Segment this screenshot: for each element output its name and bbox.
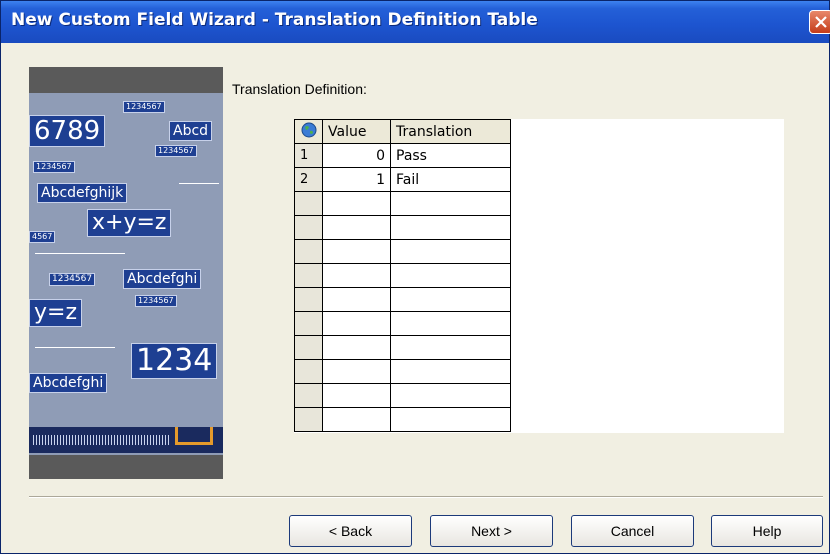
table-row[interactable] (294, 407, 511, 432)
value-cell[interactable] (322, 359, 391, 384)
row-number[interactable] (294, 335, 323, 360)
button-separator (29, 496, 823, 498)
row-number[interactable] (294, 359, 323, 384)
value-cell[interactable] (322, 335, 391, 360)
translation-cell[interactable] (390, 383, 511, 408)
bitmap-tile: Abcd (169, 121, 213, 141)
row-number[interactable] (294, 239, 323, 264)
help-button[interactable]: Help (711, 515, 823, 547)
translation-cell[interactable] (390, 263, 511, 288)
value-cell[interactable] (322, 215, 391, 240)
table-row[interactable] (294, 191, 511, 216)
value-cell[interactable]: 1 (322, 167, 391, 192)
title-bar[interactable]: New Custom Field Wizard - Translation De… (1, 1, 830, 43)
translation-cell[interactable] (390, 215, 511, 240)
translation-cell[interactable] (390, 191, 511, 216)
translation-table-area[interactable]: Value Translation 1 0 Pass 2 1 Fail (294, 119, 784, 433)
bitmap-tile: Abcdefghi (29, 373, 108, 393)
bitmap-tile: 1234567 (135, 295, 177, 307)
value-cell[interactable] (322, 263, 391, 288)
globe-icon (301, 122, 316, 137)
table-row[interactable] (294, 215, 511, 240)
close-button[interactable] (809, 10, 830, 34)
value-cell[interactable]: 0 (322, 143, 391, 168)
translation-cell[interactable] (390, 311, 511, 336)
value-cell[interactable] (322, 239, 391, 264)
cancel-button[interactable]: Cancel (571, 515, 694, 547)
translation-cell[interactable] (390, 359, 511, 384)
back-button[interactable]: < Back (289, 515, 412, 547)
translation-cell[interactable] (390, 287, 511, 312)
row-number[interactable] (294, 383, 323, 408)
row-number[interactable]: 1 (294, 143, 323, 168)
table-row[interactable] (294, 383, 511, 408)
table-row[interactable] (294, 239, 511, 264)
bitmap-tile: Abcdefghi (123, 269, 202, 289)
row-number[interactable] (294, 311, 323, 336)
column-header-translation[interactable]: Translation (390, 119, 511, 144)
table-row[interactable] (294, 359, 511, 384)
row-number[interactable] (294, 191, 323, 216)
row-number[interactable] (294, 407, 323, 432)
wizard-dialog: New Custom Field Wizard - Translation De… (0, 0, 830, 554)
value-cell[interactable] (322, 287, 391, 312)
wizard-bitmap: 1234567 6789 Abcd 1234567 1234567 Abcdef… (29, 67, 223, 479)
bitmap-tile: 1234567 (49, 273, 96, 286)
bitmap-tile: 1234567 (123, 101, 165, 113)
bitmap-wave (179, 175, 219, 184)
translation-cell[interactable]: Fail (390, 167, 511, 192)
translation-cell[interactable] (390, 407, 511, 432)
translation-definition-label: Translation Definition: (232, 81, 367, 97)
table-row[interactable] (294, 287, 511, 312)
bitmap-tile: 1234567 (33, 161, 75, 173)
column-header-value[interactable]: Value (322, 119, 391, 144)
bitmap-wave (35, 245, 125, 254)
bitmap-collage: 1234567 6789 Abcd 1234567 1234567 Abcdef… (29, 93, 223, 455)
translation-cell[interactable] (390, 239, 511, 264)
value-cell[interactable] (322, 407, 391, 432)
bitmap-tile: y=z (29, 299, 83, 327)
table-row[interactable] (294, 263, 511, 288)
bitmap-tile: 1234567 (155, 145, 197, 157)
table-row[interactable] (294, 335, 511, 360)
row-number[interactable] (294, 287, 323, 312)
bitmap-tile: x+y=z (87, 209, 172, 237)
table-row[interactable] (294, 311, 511, 336)
bitmap-tile: 4567 (29, 231, 56, 243)
value-cell[interactable] (322, 383, 391, 408)
translation-table[interactable]: Value Translation 1 0 Pass 2 1 Fail (294, 119, 511, 432)
table-row[interactable]: 2 1 Fail (294, 167, 511, 192)
row-number[interactable] (294, 215, 323, 240)
bitmap-tile: 6789 (29, 115, 106, 147)
row-number[interactable] (294, 263, 323, 288)
window-title: New Custom Field Wizard - Translation De… (11, 10, 538, 30)
close-icon (815, 16, 827, 28)
bitmap-tile: Abcdefghijk (37, 183, 128, 203)
next-button[interactable]: Next > (430, 515, 553, 547)
translation-cell[interactable]: Pass (390, 143, 511, 168)
row-number[interactable]: 2 (294, 167, 323, 192)
value-cell[interactable] (322, 191, 391, 216)
bitmap-wave (35, 341, 115, 348)
value-cell[interactable] (322, 311, 391, 336)
bitmap-tile: 1234 (131, 343, 218, 379)
table-corner[interactable] (294, 119, 323, 144)
translation-cell[interactable] (390, 335, 511, 360)
bitmap-barcode-strip (29, 427, 223, 453)
table-row[interactable]: 1 0 Pass (294, 143, 511, 168)
